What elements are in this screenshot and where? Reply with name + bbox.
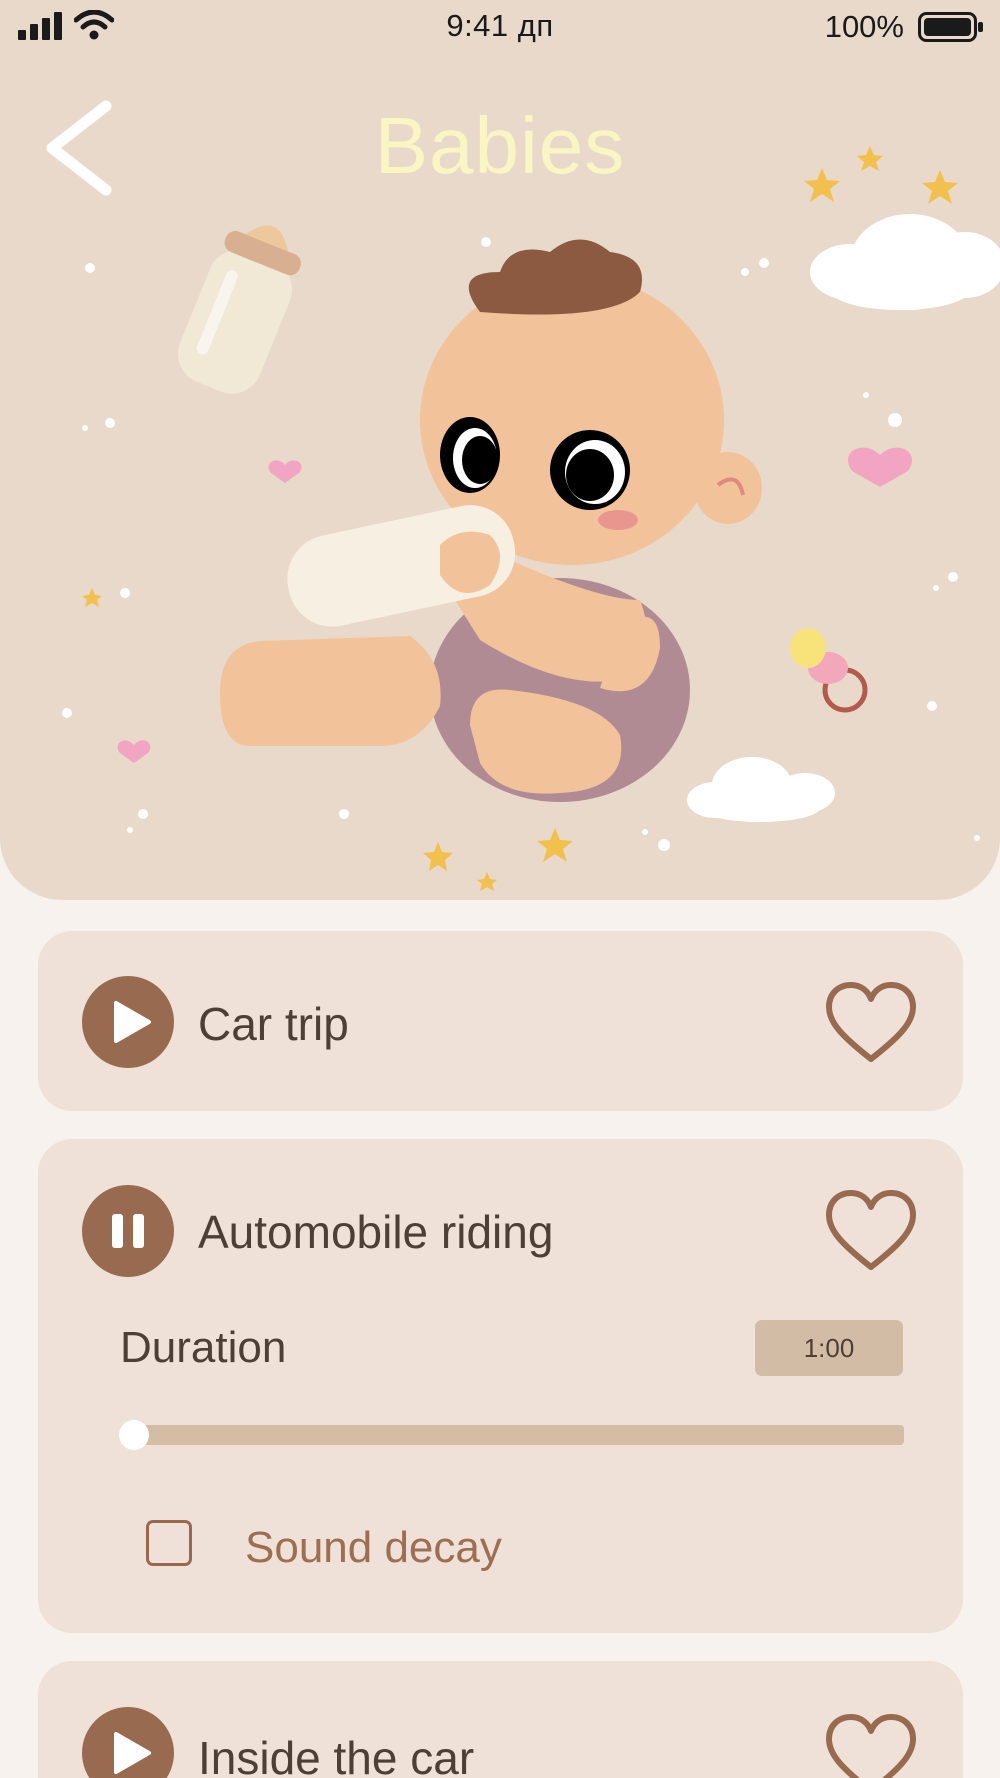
- track-title: Car trip: [198, 998, 349, 1050]
- track-title: Inside the car: [198, 1732, 475, 1778]
- play-icon: [114, 1732, 151, 1774]
- sound-decay-checkbox[interactable]: [146, 1520, 192, 1566]
- battery-percent: 100%: [824, 9, 904, 44]
- track-card: Inside the car: [38, 1661, 963, 1778]
- play-button[interactable]: [82, 1707, 174, 1778]
- play-icon: [114, 1001, 151, 1043]
- heart-outline-icon: [826, 982, 916, 1062]
- favorite-button[interactable]: [823, 981, 919, 1065]
- sound-decay-label[interactable]: Sound decay: [245, 1523, 502, 1573]
- battery-icon: [918, 12, 983, 42]
- hero-banner: 9:41 дп 100% Babies: [0, 0, 1000, 900]
- track-title: Automobile riding: [198, 1206, 554, 1258]
- track-card: Car trip: [38, 931, 963, 1111]
- heart-outline-icon: [826, 1190, 916, 1270]
- play-button[interactable]: [82, 976, 174, 1068]
- favorite-button[interactable]: [823, 1713, 919, 1778]
- duration-selector[interactable]: 1:00: [755, 1320, 903, 1376]
- heart-outline-icon: [826, 1714, 916, 1778]
- duration-label: Duration: [120, 1323, 287, 1372]
- favorite-button[interactable]: [823, 1189, 919, 1273]
- status-bar: 9:41 дп 100%: [0, 0, 1000, 56]
- slider-thumb[interactable]: [119, 1420, 149, 1450]
- pause-button[interactable]: [82, 1185, 174, 1277]
- pause-icon: [112, 1214, 144, 1248]
- page-title: Babies: [374, 101, 626, 190]
- track-card-expanded: Automobile riding Duration 1:00 Sound de…: [38, 1139, 963, 1633]
- progress-slider[interactable]: [124, 1425, 904, 1445]
